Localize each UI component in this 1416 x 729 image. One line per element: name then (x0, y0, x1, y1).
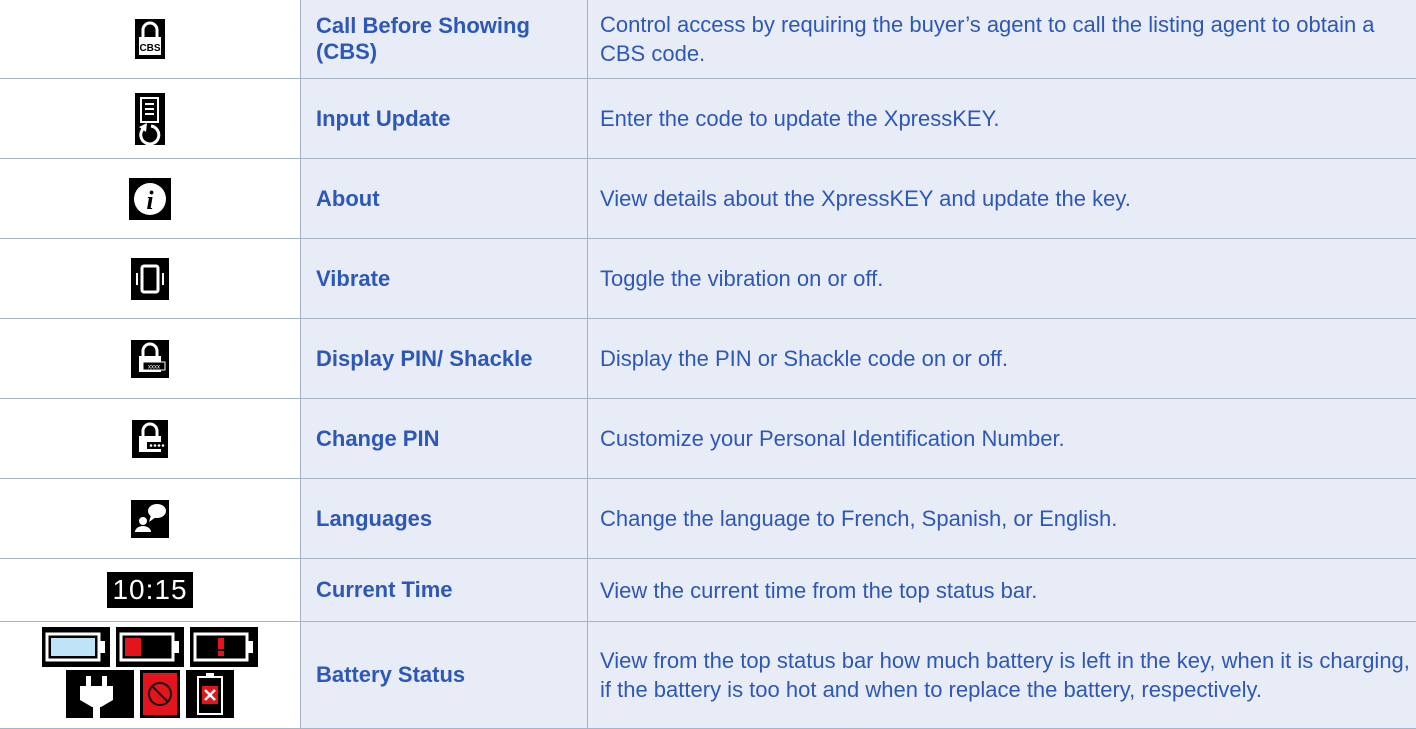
feature-name: Languages (301, 479, 588, 559)
feature-name: Display PIN/ Shackle (301, 319, 588, 399)
languages-icon (131, 500, 169, 538)
charging-plug-icon (66, 670, 134, 718)
feature-name: Change PIN (301, 399, 588, 479)
table-row: Vibrate Toggle the vibration on or off. (0, 239, 1416, 319)
feature-description: View the current time from the top statu… (588, 559, 1416, 622)
vibrate-icon (131, 258, 169, 300)
feature-description: Display the PIN or Shackle code on or of… (588, 319, 1416, 399)
icon-cell (0, 79, 301, 159)
table-row: Battery Status View from the top status … (0, 622, 1416, 729)
icon-cell (0, 239, 301, 319)
input-update-icon (135, 93, 165, 145)
info-icon: i (129, 178, 171, 220)
display-pin-lock-icon: xxxx (131, 340, 169, 378)
feature-name: Input Update (301, 79, 588, 159)
cbs-lock-icon: CBS (135, 19, 165, 59)
table-row: Change PIN Customize your Personal Ident… (0, 399, 1416, 479)
feature-description: Toggle the vibration on or off. (588, 239, 1416, 319)
table-row: CBS Call Before Showing (CBS) Control ac… (0, 0, 1416, 79)
feature-description: View from the top status bar how much ba… (588, 622, 1416, 729)
table-row: Input Update Enter the code to update th… (0, 79, 1416, 159)
table-row: Languages Change the language to French,… (0, 479, 1416, 559)
table-row: i About View details about the XpressKEY… (0, 159, 1416, 239)
icon-cell: 10:15 (0, 559, 301, 622)
feature-name: Battery Status (301, 622, 588, 729)
icon-cell: i (0, 159, 301, 239)
feature-name: Call Before Showing (CBS) (301, 0, 588, 79)
feature-description: Enter the code to update the XpressKEY. (588, 79, 1416, 159)
icon-cell: CBS (0, 0, 301, 79)
clock-icon: 10:15 (107, 572, 192, 608)
battery-low-icon (116, 627, 184, 667)
feature-name: Current Time (301, 559, 588, 622)
feature-description: Customize your Personal Identification N… (588, 399, 1416, 479)
table-row: xxxx Display PIN/ Shackle Display the PI… (0, 319, 1416, 399)
feature-description: Change the language to French, Spanish, … (588, 479, 1416, 559)
replace-battery-icon (186, 670, 234, 718)
icon-cell (0, 479, 301, 559)
table-row: 10:15 Current Time View the current time… (0, 559, 1416, 622)
icon-cell: xxxx (0, 319, 301, 399)
feature-table: CBS Call Before Showing (CBS) Control ac… (0, 0, 1416, 729)
battery-warning-icon (190, 627, 258, 667)
feature-name: About (301, 159, 588, 239)
change-pin-lock-icon (132, 420, 168, 458)
battery-too-hot-icon (140, 670, 180, 718)
battery-status-icons (0, 622, 301, 729)
feature-description: Control access by requiring the buyer’s … (588, 0, 1416, 79)
svg-text:xxxx: xxxx (148, 364, 160, 370)
feature-description: View details about the XpressKEY and upd… (588, 159, 1416, 239)
icon-cell (0, 399, 301, 479)
battery-full-icon (42, 627, 110, 667)
feature-name: Vibrate (301, 239, 588, 319)
svg-text:CBS: CBS (139, 43, 160, 54)
svg-text:i: i (146, 186, 154, 215)
